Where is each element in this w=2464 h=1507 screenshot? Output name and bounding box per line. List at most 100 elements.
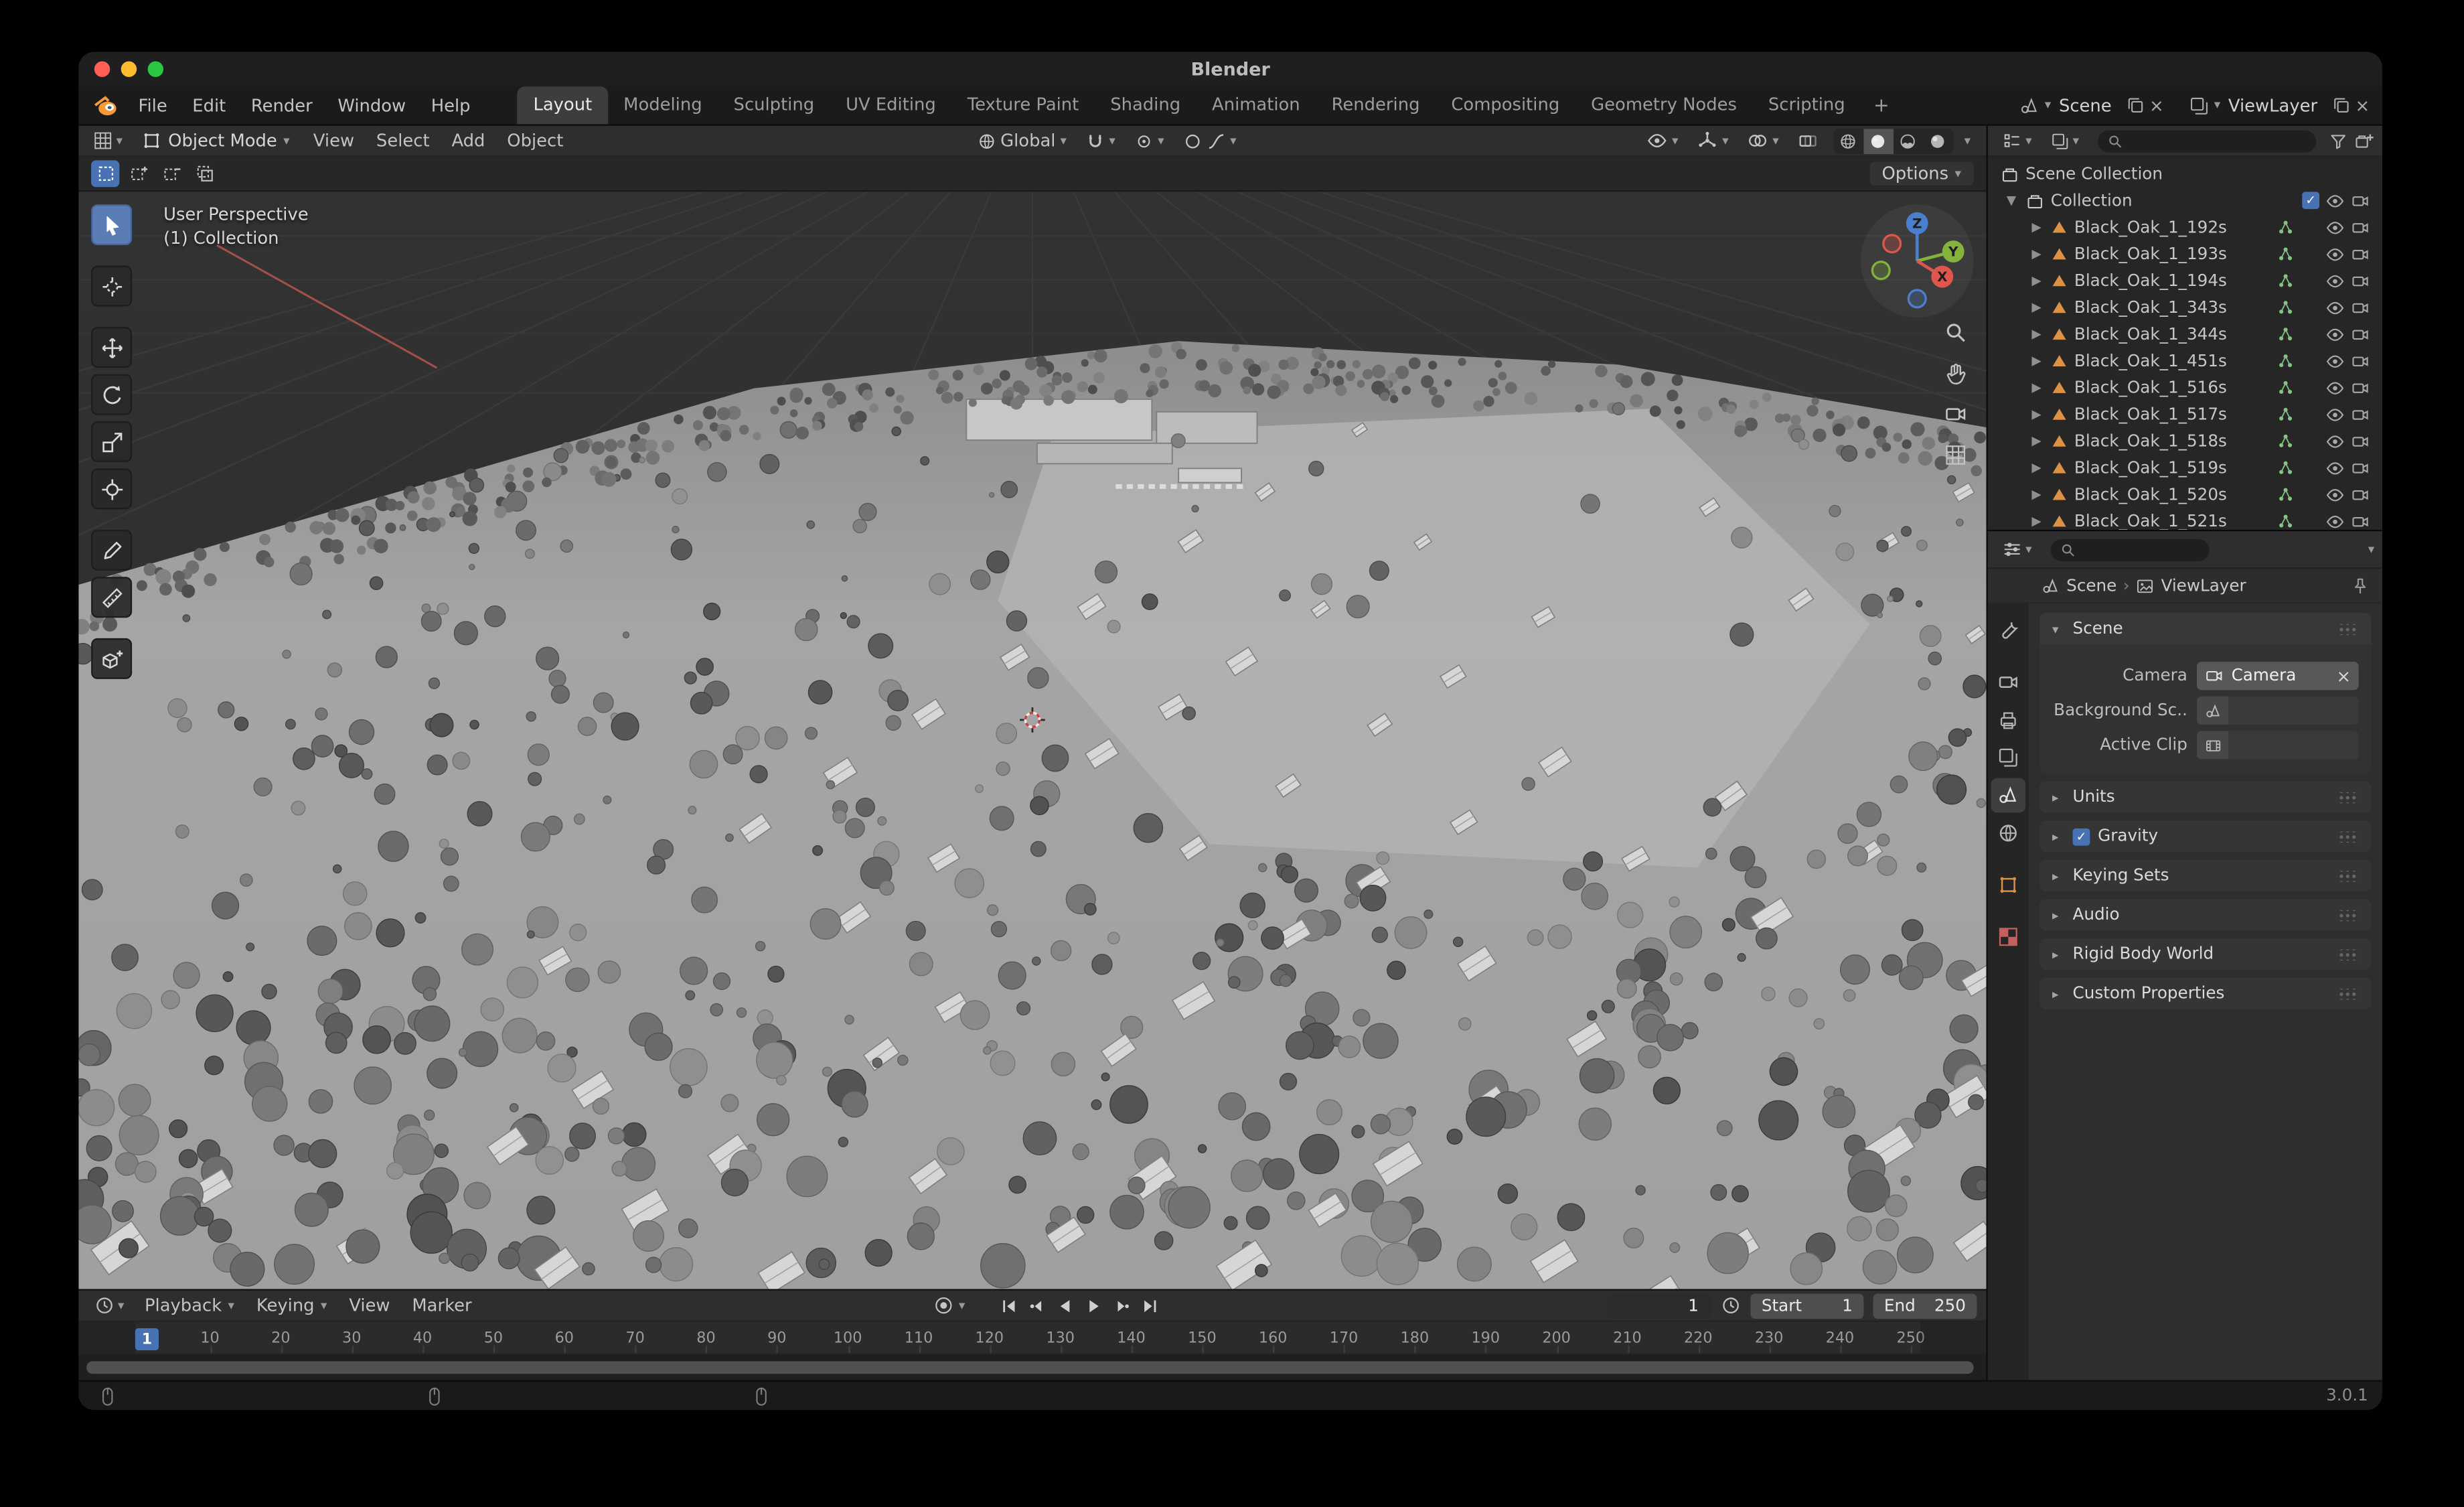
outliner-editor-type-button[interactable]: ▾ (1996, 131, 2038, 151)
background-scene-field[interactable] (2197, 697, 2359, 725)
scrollbar-thumb[interactable] (86, 1362, 1974, 1374)
xray-toggle[interactable] (1790, 131, 1826, 151)
workspace-tab-modeling[interactable]: Modeling (608, 86, 718, 124)
workspace-tab-sculpting[interactable]: Sculpting (718, 86, 830, 124)
outliner-row-object[interactable]: ▶ Black_Oak_1_520s (1988, 481, 2382, 508)
hide-eye-icon[interactable] (2325, 191, 2344, 210)
hide-eye-icon[interactable] (2325, 271, 2344, 290)
gravity-checkbox[interactable]: ✓ (2073, 828, 2090, 845)
outliner-row-collection[interactable]: ▼ Collection ✓ (1988, 187, 2382, 214)
3d-scene[interactable] (78, 192, 1986, 1289)
scene-panel-header[interactable]: ▾ Scene (2039, 613, 2371, 644)
breadcrumb-viewlayer[interactable]: ViewLayer (2161, 576, 2246, 595)
display-mode-dropdown[interactable]: ▾ (2044, 131, 2085, 150)
properties-tab-object[interactable] (1991, 867, 2026, 902)
blender-logo-icon[interactable] (92, 92, 119, 119)
shading-solid-button[interactable] (1863, 128, 1894, 153)
hide-eye-icon[interactable] (2325, 405, 2344, 423)
start-frame-field[interactable]: Start 1 (1750, 1293, 1863, 1318)
collection-checkbox[interactable]: ✓ (2302, 192, 2319, 209)
properties-search-input[interactable] (2051, 539, 2210, 561)
workspace-tab-shading[interactable]: Shading (1095, 86, 1197, 124)
workspace-tab-uv-editing[interactable]: UV Editing (830, 86, 952, 124)
new-scene-icon[interactable] (2126, 96, 2145, 115)
expand-caret-icon[interactable]: ▶ (2029, 434, 2044, 448)
outliner-row-object[interactable]: ▶ Black_Oak_1_194s (1988, 267, 2382, 294)
preview-range-clock-icon[interactable] (1721, 1295, 1742, 1316)
editor-type-button[interactable]: ▾ (86, 131, 129, 151)
snapping-toggle[interactable]: ▾ (1077, 131, 1123, 150)
outliner-row-object[interactable]: ▶ Black_Oak_1_192s (1988, 214, 2382, 240)
pan-hand-icon[interactable] (1944, 362, 1967, 385)
select-mode-intersect-button[interactable] (190, 160, 218, 187)
properties-tab-world[interactable] (1991, 816, 2026, 851)
3d-viewport[interactable]: User Perspective (1) Collection Z (78, 192, 1986, 1289)
shading-wireframe-button[interactable] (1834, 128, 1864, 153)
expand-caret-icon[interactable]: ▶ (2029, 327, 2044, 341)
axis-neg-x-handle[interactable] (1883, 235, 1901, 253)
auto-keying-button[interactable]: ▾ (926, 1295, 973, 1316)
panel-gravity[interactable]: ▸✓ Gravity (2039, 820, 2371, 852)
snap-target-dropdown[interactable]: ▾ (1126, 131, 1172, 150)
properties-tab-output[interactable] (1991, 703, 2026, 737)
show-overlays-toggle[interactable]: ▾ (1740, 131, 1786, 151)
camera-view-icon[interactable] (1944, 403, 1967, 426)
expand-caret-icon[interactable]: ▶ (2029, 300, 2044, 314)
tool-annotate-button[interactable] (91, 530, 132, 571)
filter-icon[interactable] (2329, 131, 2347, 150)
navigation-gizmo[interactable]: Z Y X (1857, 201, 1977, 320)
breadcrumb-scene[interactable]: Scene (2066, 576, 2116, 595)
hide-eye-icon[interactable] (2325, 431, 2344, 450)
timeline-editor-type-button[interactable]: ▾ (88, 1295, 130, 1316)
unlink-scene-icon[interactable]: × (2149, 95, 2164, 116)
add-workspace-button[interactable]: + (1861, 86, 1902, 124)
panel-audio[interactable]: ▸ Audio (2039, 899, 2371, 930)
hide-eye-icon[interactable] (2325, 218, 2344, 236)
hide-eye-icon[interactable] (2325, 298, 2344, 317)
axis-neg-y-handle[interactable] (1872, 262, 1890, 279)
hide-eye-icon[interactable] (2325, 352, 2344, 370)
shading-rendered-button[interactable] (1924, 128, 1954, 153)
hide-eye-icon[interactable] (2325, 378, 2344, 397)
menu-window[interactable]: Window (325, 86, 418, 125)
disable-render-icon[interactable] (2351, 298, 2370, 317)
filter-chevron-icon[interactable]: ▾ (2368, 543, 2374, 556)
properties-tab-view-layer[interactable] (1991, 740, 2026, 775)
outliner-row-object[interactable]: ▶ Black_Oak_1_451s (1988, 348, 2382, 374)
disable-render-icon[interactable] (2351, 271, 2370, 290)
hide-eye-icon[interactable] (2325, 244, 2344, 263)
outliner-row-object[interactable]: ▶ Black_Oak_1_344s (1988, 321, 2382, 348)
viewport-menu-select[interactable]: Select (366, 125, 441, 157)
tool-transform-button[interactable] (91, 468, 132, 509)
tool-measure-button[interactable] (91, 577, 132, 618)
workspace-tab-rendering[interactable]: Rendering (1316, 86, 1436, 124)
play-button[interactable] (1080, 1293, 1108, 1318)
viewport-menu-object[interactable]: Object (496, 125, 574, 157)
outliner-row-object[interactable]: ▶ Black_Oak_1_518s (1988, 427, 2382, 454)
clear-camera-icon[interactable]: × (2336, 666, 2351, 687)
outliner-row-object[interactable]: ▶ Black_Oak_1_521s (1988, 508, 2382, 530)
tool-add-cube-button[interactable] (91, 638, 132, 679)
viewport-menu-add[interactable]: Add (441, 125, 496, 157)
hide-eye-icon[interactable] (2325, 325, 2344, 344)
outliner-row-object[interactable]: ▶ Black_Oak_1_517s (1988, 401, 2382, 427)
workspace-tab-geometry-nodes[interactable]: Geometry Nodes (1575, 86, 1753, 124)
hide-eye-icon[interactable] (2325, 458, 2344, 477)
menu-render[interactable]: Render (238, 86, 325, 125)
tool-cursor-button[interactable] (91, 266, 132, 307)
axis-neg-z-handle[interactable] (1908, 290, 1926, 307)
workspace-tab-compositing[interactable]: Compositing (1436, 86, 1575, 124)
expand-caret-icon[interactable]: ▶ (2029, 488, 2044, 502)
select-mode-extend-button[interactable] (124, 160, 152, 187)
zoom-icon[interactable] (1944, 321, 1967, 344)
disable-render-icon[interactable] (2351, 325, 2370, 344)
expand-caret-icon[interactable]: ▶ (2029, 220, 2044, 234)
tool-scale-button[interactable] (91, 421, 132, 462)
panel-grip-icon[interactable] (2337, 910, 2359, 920)
outliner-row-object[interactable]: ▶ Black_Oak_1_516s (1988, 374, 2382, 401)
workspace-tab-animation[interactable]: Animation (1197, 86, 1316, 124)
play-reverse-button[interactable] (1051, 1293, 1079, 1318)
hide-eye-icon[interactable] (2325, 485, 2344, 504)
panel-rigid-body-world[interactable]: ▸ Rigid Body World (2039, 938, 2371, 970)
scene-selector[interactable]: ▾ Scene × (2019, 95, 2163, 116)
